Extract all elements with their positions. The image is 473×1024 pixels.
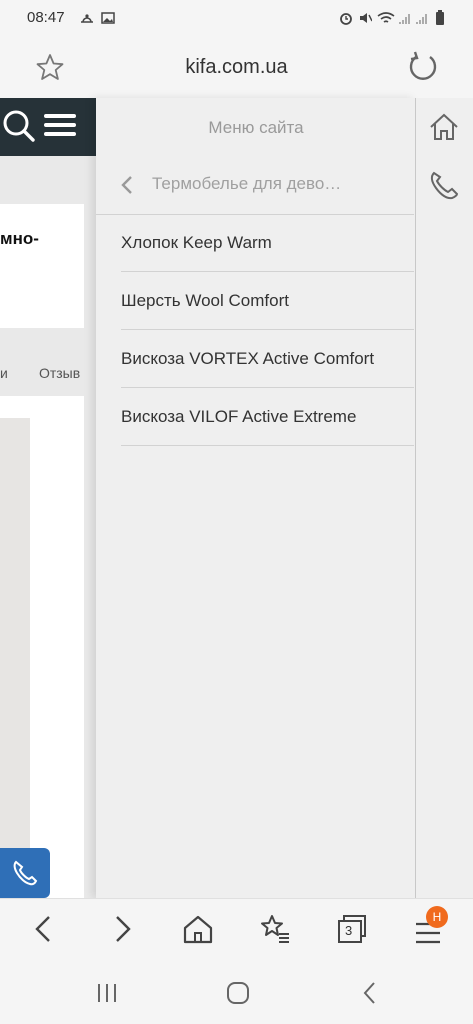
product-title-fragment: мно- xyxy=(0,229,39,248)
status-time: 08:47 xyxy=(27,9,65,26)
menu-item[interactable]: Вискоза VORTEX Active Comfort xyxy=(121,330,414,388)
menu-shortcut-strip xyxy=(415,98,473,898)
product-image xyxy=(0,418,30,896)
tabs-button[interactable]: 3 xyxy=(335,912,369,946)
signal-icon xyxy=(416,14,427,24)
menu-item-label[interactable]: Вискоза VORTEX Active Comfort xyxy=(121,349,374,369)
battery-icon xyxy=(436,10,444,25)
mute-icon xyxy=(360,13,372,23)
back-icon[interactable] xyxy=(28,912,62,946)
phone-icon xyxy=(13,860,38,886)
product-tabs-fragment[interactable]: и Отзыв xyxy=(0,365,96,381)
url-text[interactable]: kifa.com.ua xyxy=(0,56,473,79)
search-icon[interactable] xyxy=(0,107,36,143)
product-title-card xyxy=(0,204,84,328)
home-icon[interactable] xyxy=(427,110,461,144)
menu-item-label[interactable]: Шерсть Wool Comfort xyxy=(121,291,289,311)
image-icon xyxy=(101,12,115,24)
menu-item-label[interactable]: Хлопок Keep Warm xyxy=(121,233,272,253)
reload-icon[interactable] xyxy=(406,50,440,84)
menu-item[interactable]: Шерсть Wool Comfort xyxy=(121,272,414,330)
weather-icon xyxy=(81,14,93,23)
home-icon[interactable] xyxy=(181,912,215,946)
back-nav-icon[interactable] xyxy=(355,979,385,1007)
update-badge: H xyxy=(426,906,448,928)
alarm-icon xyxy=(340,13,352,25)
chevron-left-icon[interactable] xyxy=(118,174,138,196)
menu-item[interactable]: Хлопок Keep Warm xyxy=(121,214,414,272)
recent-apps-icon[interactable] xyxy=(92,979,122,1007)
tab-count: 3 xyxy=(345,923,353,938)
call-button[interactable] xyxy=(0,848,50,898)
browser-toolbar xyxy=(0,898,473,963)
menu-item-label[interactable]: Вискоза VILOF Active Extreme xyxy=(121,407,356,427)
phone-icon[interactable] xyxy=(427,168,461,202)
menu-title: Меню сайта xyxy=(208,118,304,137)
menu-item[interactable]: Вискоза VILOF Active Extreme xyxy=(121,388,414,446)
signal-icon xyxy=(399,14,410,24)
forward-icon[interactable] xyxy=(104,912,138,946)
bookmarks-icon[interactable] xyxy=(258,912,292,946)
menu-back-label[interactable]: Термобелье для дево… xyxy=(152,174,341,194)
wifi-icon xyxy=(377,12,395,23)
home-nav-icon[interactable] xyxy=(223,979,253,1007)
hamburger-menu-icon[interactable] xyxy=(44,112,76,138)
